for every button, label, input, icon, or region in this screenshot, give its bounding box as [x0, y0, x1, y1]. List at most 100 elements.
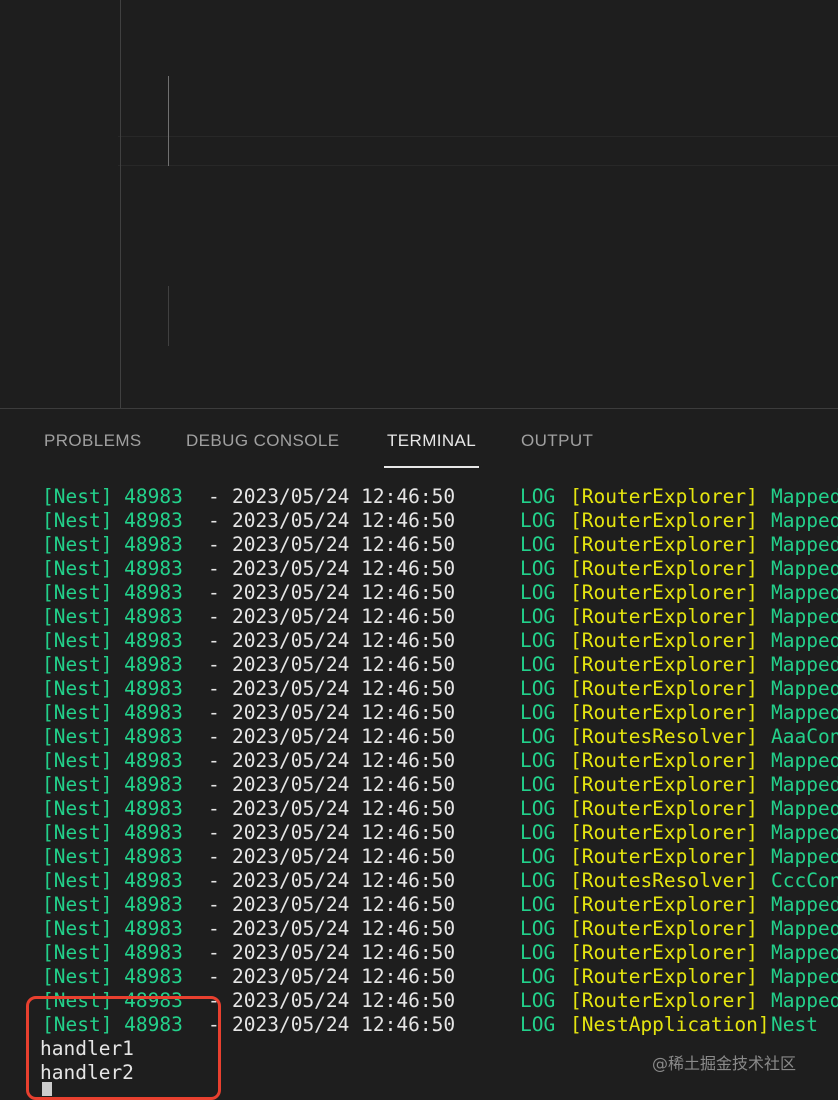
- code-line[interactable]: 33 }: [0, 346, 838, 376]
- log-context: [RouterExplorer]: [570, 917, 758, 940]
- handler-output-text: handler1: [40, 1037, 134, 1060]
- code-line[interactable]: 31 console.log('handler2');: [0, 286, 838, 316]
- log-context: [RouterExplorer]: [570, 989, 758, 1012]
- log-timestamp: 2023/05/24 12:46:50: [232, 629, 456, 652]
- log-prefix: [Nest] 48983: [42, 629, 183, 652]
- log-timestamp: 2023/05/24 12:46:50: [232, 941, 456, 964]
- log-dash: -: [208, 941, 220, 964]
- log-message: Mapped: [771, 701, 838, 724]
- log-message: Mapped: [771, 965, 838, 988]
- log-prefix: [Nest] 48983: [42, 917, 183, 940]
- log-timestamp: 2023/05/24 12:46:50: [232, 701, 456, 724]
- log-timestamp: 2023/05/24 12:46:50: [232, 557, 456, 580]
- code-line[interactable]: 23 eee(@Next() next: NextFunction) {: [0, 46, 838, 76]
- terminal-output[interactable]: [Nest] 48983-2023/05/24 12:46:50 LOG [Rout…: [0, 485, 838, 1100]
- log-context: [RouterExplorer]: [570, 701, 758, 724]
- log-prefix: [Nest] 48983: [42, 533, 183, 556]
- log-message: Mapped: [771, 509, 838, 532]
- code-editor[interactable]: 22 @Get('eee') 23 eee(@Next() next: Next…: [0, 0, 838, 408]
- code-line[interactable]: 25 next();: [0, 106, 838, 136]
- terminal-cursor: [42, 1082, 52, 1096]
- code-line[interactable]: 27 }: [0, 166, 838, 196]
- log-timestamp: 2023/05/24 12:46:50: [232, 917, 456, 940]
- vscode-window: 22 @Get('eee') 23 eee(@Next() next: Next…: [0, 0, 838, 1100]
- log-dash: -: [208, 701, 220, 724]
- terminal-log-line: [Nest] 48983 -2023/05/24 12:46:50 LOG [Rout…: [0, 869, 838, 893]
- log-dash: -: [208, 869, 220, 892]
- log-prefix: [Nest] 48983: [42, 845, 183, 868]
- code-line[interactable]: 28: [0, 196, 838, 226]
- terminal-log-line: [Nest] 48983 -2023/05/24 12:46:50 LOG [Rout…: [0, 845, 838, 869]
- log-prefix: [Nest] 48983: [42, 509, 183, 532]
- log-timestamp: 2023/05/24 12:46:50: [232, 893, 456, 916]
- log-context: [RouterExplorer]: [570, 893, 758, 916]
- log-prefix: [Nest] 48983: [42, 965, 183, 988]
- log-dash: -: [208, 509, 220, 532]
- log-timestamp: 2023/05/24 12:46:50: [232, 845, 456, 868]
- log-prefix: [Nest] 48983: [42, 485, 183, 508]
- log-dash: -: [208, 533, 220, 556]
- terminal-log-line: [Nest] 48983 -2023/05/24 12:46:50 LOG [Rout…: [0, 797, 838, 821]
- terminal-log-line: [Nest] 48983 -2023/05/24 12:46:50 LOG [Rout…: [0, 749, 838, 773]
- log-dash: -: [208, 773, 220, 796]
- log-message: Mapped: [771, 893, 838, 916]
- log-level: LOG: [520, 845, 556, 868]
- log-context: [NestApplication]: [570, 1013, 770, 1036]
- tab-problems[interactable]: PROBLEMS: [44, 431, 142, 467]
- log-level: LOG: [520, 941, 556, 964]
- log-prefix: [Nest] 48983: [42, 557, 183, 580]
- log-message: Mapped: [771, 677, 838, 700]
- log-dash: -: [208, 845, 220, 868]
- log-message: Mapped: [771, 533, 838, 556]
- log-dash: -: [208, 917, 220, 940]
- code-line[interactable]: 30 eee2() {: [0, 256, 838, 286]
- log-prefix: [Nest] 48983: [42, 773, 183, 796]
- log-context: [RouterExplorer]: [570, 797, 758, 820]
- terminal-log-line: [Nest] 48983 -2023/05/24 12:46:50 LOG [Rout…: [0, 773, 838, 797]
- code-line[interactable]: 24 console.log('handler1');: [0, 76, 838, 106]
- log-level: LOG: [520, 797, 556, 820]
- code-line[interactable]: 34: [0, 376, 838, 406]
- log-prefix: [Nest] 48983: [42, 941, 183, 964]
- tab-debug-console[interactable]: DEBUG CONSOLE: [186, 431, 340, 467]
- log-level: LOG: [520, 605, 556, 628]
- log-prefix: [Nest] 48983: [42, 893, 183, 916]
- terminal-log-line: [Nest] 48983 -2023/05/24 12:46:50 LOG [Rout…: [0, 581, 838, 605]
- log-message: Mapped: [771, 629, 838, 652]
- log-context: [RouterExplorer]: [570, 509, 758, 532]
- log-message: Mapped: [771, 941, 838, 964]
- log-level: LOG: [520, 989, 556, 1012]
- terminal-log-line: [Nest] 48983 -2023/05/24 12:46:50 LOG [Rout…: [0, 989, 838, 1013]
- log-timestamp: 2023/05/24 12:46:50: [232, 989, 456, 1012]
- code-line-current[interactable]: 26 return '111': [0, 136, 838, 166]
- tab-terminal[interactable]: TERMINAL: [383, 431, 480, 468]
- log-prefix: [Nest] 48983: [42, 725, 183, 748]
- log-dash: -: [208, 581, 220, 604]
- log-context: [RouterExplorer]: [570, 749, 758, 772]
- log-context: [RouterExplorer]: [570, 605, 758, 628]
- log-timestamp: 2023/05/24 12:46:50: [232, 773, 456, 796]
- bottom-panel: PROBLEMS DEBUG CONSOLE TERMINAL OUTPUT […: [0, 408, 838, 1100]
- log-level: LOG: [520, 701, 556, 724]
- terminal-log-line: [Nest] 48983 -2023/05/24 12:46:50 LOG [Rout…: [0, 653, 838, 677]
- log-context: [RouterExplorer]: [570, 629, 758, 652]
- terminal-log-line: [Nest] 48983 -2023/05/24 12:46:50 LOG [Nest…: [0, 1013, 838, 1037]
- log-timestamp: 2023/05/24 12:46:50: [232, 797, 456, 820]
- terminal-log-line: [Nest] 48983 -2023/05/24 12:46:50 LOG [Rout…: [0, 605, 838, 629]
- log-level: LOG: [520, 821, 556, 844]
- log-message: Mapped: [771, 749, 838, 772]
- log-level: LOG: [520, 965, 556, 988]
- log-message: Mapped: [771, 557, 838, 580]
- code-line[interactable]: 29 @Get('eee'): [0, 226, 838, 256]
- log-prefix: [Nest] 48983: [42, 869, 183, 892]
- log-timestamp: 2023/05/24 12:46:50: [232, 869, 456, 892]
- log-prefix: [Nest] 48983: [42, 581, 183, 604]
- log-context: [RouterExplorer]: [570, 845, 758, 868]
- code-line[interactable]: 22 @Get('eee'): [0, 0, 838, 16]
- terminal-log-line: [Nest] 48983 -2023/05/24 12:46:50 LOG [Rout…: [0, 533, 838, 557]
- code-line[interactable]: 32 return 'eee';: [0, 316, 838, 346]
- log-message: Nest: [771, 1013, 818, 1036]
- log-timestamp: 2023/05/24 12:46:50: [232, 533, 456, 556]
- watermark: @稀土掘金技术社区: [652, 1054, 797, 1073]
- tab-output[interactable]: OUTPUT: [521, 431, 593, 467]
